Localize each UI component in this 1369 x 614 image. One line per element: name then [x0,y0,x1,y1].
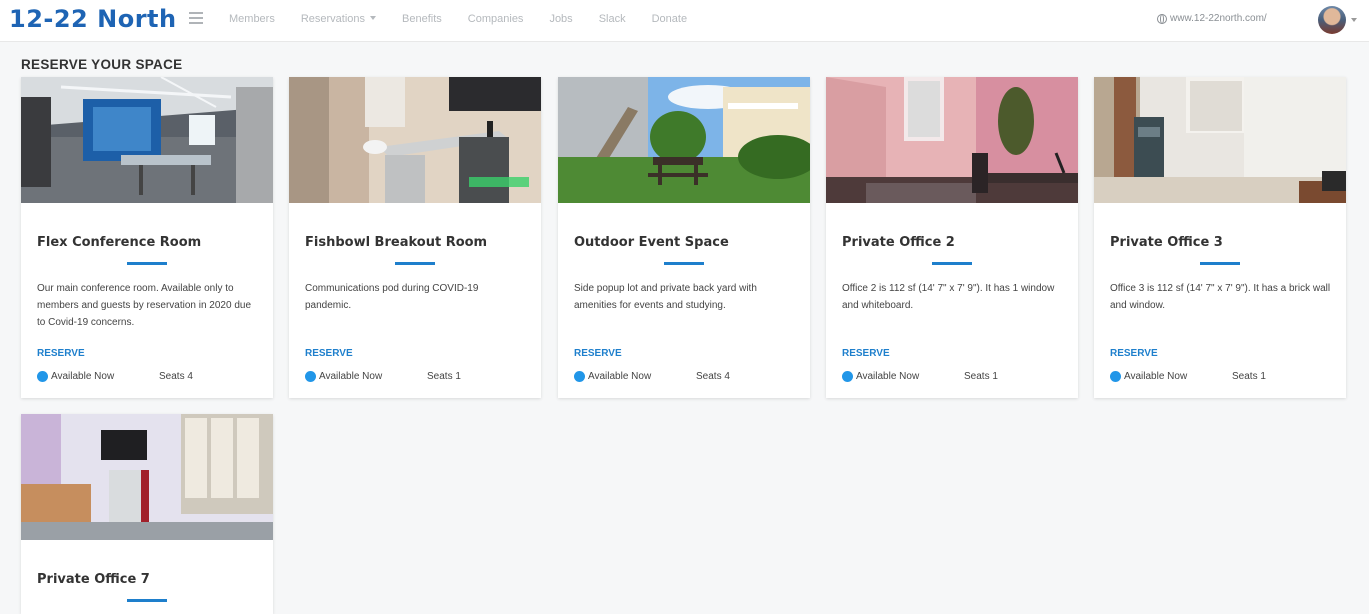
available-dot-icon [305,371,316,382]
space-photo [21,77,273,203]
space-description: Our main conference room. Available only… [37,283,252,328]
available-dot-icon [842,371,853,382]
available-dot-icon [37,371,48,382]
website-link-label: www.12-22north.com/ [1170,13,1267,24]
space-card-private-office-7: Private Office 7 [21,414,273,614]
globe-icon [1157,13,1167,24]
nav-link-reservations-label: Reservations [300,13,366,25]
availability-label: Available Now [856,371,920,382]
availability-label: Available Now [588,371,652,382]
space-title: Outdoor Event Space [574,235,729,250]
availability-status: Available Now [37,371,114,382]
brand-logo[interactable]: 12-22 North [9,5,177,33]
nav-link-slack[interactable]: Slack [599,13,626,25]
title-underline [127,599,167,602]
space-card-flex-conference-room: Flex Conference Room Our main conference… [21,77,273,398]
space-description: Office 3 is 112 sf (14' 7" x 7' 9"). It … [1110,283,1331,311]
space-title: Fishbowl Breakout Room [305,235,488,250]
availability-status: Available Now [1110,371,1187,382]
space-photo [21,414,273,540]
nav-link-donate[interactable]: Donate [652,13,687,25]
title-underline [127,262,167,265]
title-underline [664,262,704,265]
space-card-fishbowl-breakout-room: Fishbowl Breakout Room Communications po… [289,77,541,398]
title-underline [932,262,972,265]
chevron-down-icon [370,16,377,20]
availability-status: Available Now [305,371,382,382]
reserve-button[interactable]: RESERVE [305,348,353,359]
available-dot-icon [1110,371,1121,382]
available-dot-icon [574,371,585,382]
space-card-outdoor-event-space: Outdoor Event Space Side popup lot and p… [558,77,810,398]
seats-count: Seats 1 [1232,371,1266,382]
nav-link-companies[interactable]: Companies [468,13,524,25]
nav-link-benefits[interactable]: Benefits [402,13,442,25]
space-title: Flex Conference Room [37,235,202,250]
space-photo [826,77,1078,203]
seats-count: Seats 4 [159,371,193,382]
nav-link-members[interactable]: Members [229,13,275,25]
availability-label: Available Now [1124,371,1188,382]
reserve-button[interactable]: RESERVE [37,348,85,359]
availability-label: Available Now [51,371,115,382]
availability-label: Available Now [319,371,383,382]
nav-link-reservations[interactable]: Reservations [300,13,377,25]
space-photo [558,77,810,203]
space-title: Private Office 2 [842,235,955,250]
space-description: Office 2 is 112 sf (14' 7" x 7' 9"). It … [842,283,1055,311]
space-card-private-office-3: Private Office 3 Office 3 is 112 sf (14'… [1094,77,1346,398]
title-underline [1200,262,1240,265]
space-title: Private Office 7 [37,572,150,587]
space-description: Side popup lot and private back yard wit… [574,283,757,311]
title-underline [395,262,435,265]
hamburger-menu-icon[interactable] [189,12,203,24]
seats-count: Seats 1 [427,371,461,382]
nav-links: Members Reservations Benefits Companies … [229,13,713,25]
avatar-chevron-down-icon[interactable] [1351,18,1357,22]
space-description: Communications pod during COVID-19 pande… [305,283,479,311]
reserve-button[interactable]: RESERVE [842,348,890,359]
seats-count: Seats 4 [696,371,730,382]
seats-count: Seats 1 [964,371,998,382]
space-title: Private Office 3 [1110,235,1223,250]
top-navbar: 12-22 North Members Reservations Benefit… [0,0,1369,42]
nav-link-jobs[interactable]: Jobs [549,13,572,25]
website-link[interactable]: www.12-22north.com/ [1157,13,1267,24]
space-card-private-office-2: Private Office 2 Office 2 is 112 sf (14'… [826,77,1078,398]
reserve-button[interactable]: RESERVE [1110,348,1158,359]
space-photo [1094,77,1346,203]
reserve-button[interactable]: RESERVE [574,348,622,359]
page-title: RESERVE YOUR SPACE [21,57,183,72]
availability-status: Available Now [574,371,651,382]
user-avatar[interactable] [1318,6,1346,34]
space-photo [289,77,541,203]
availability-status: Available Now [842,371,919,382]
